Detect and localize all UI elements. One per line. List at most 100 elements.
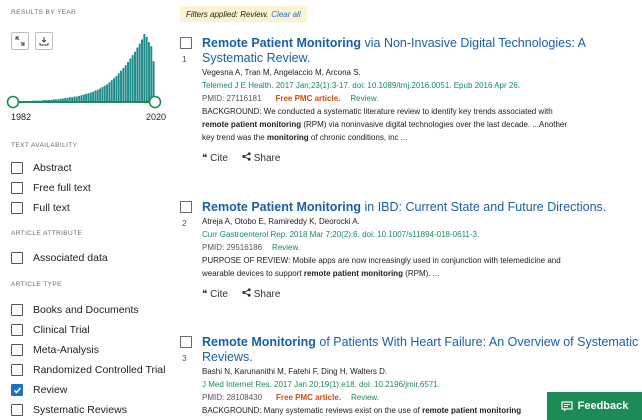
histogram-bar [82,94,85,102]
quote-icon: ❝ [202,152,208,164]
filter-books-and-documents[interactable]: Books and Documents [11,302,139,318]
histogram-bar [120,70,123,102]
checkbox[interactable] [11,182,23,194]
result-number: 2 [182,218,187,228]
banner-text: Filters applied: Review. [186,9,269,19]
histogram-bar [85,93,88,102]
free-pmc-badge: Free PMC article. [275,94,341,103]
publication-type: Review. [350,94,379,103]
share-button[interactable]: Share [242,288,280,300]
cite-button[interactable]: ❝ Cite [202,153,228,164]
checkbox[interactable] [11,202,23,214]
histogram-bar [110,80,113,102]
histogram-bar [117,73,120,102]
feedback-icon [561,400,573,411]
histogram-bar [148,42,150,102]
histogram-bar [101,87,104,102]
share-icon [242,288,251,297]
result-authors: Vegesna A, Tran M, Angelaccio M, Arcona … [202,68,361,77]
histogram-bar [80,95,83,102]
title-highlight: Remote Monitoring [202,335,316,349]
histogram-bar [129,58,132,102]
result-snippet: PURPOSE OF REVIEW: Mobile apps are now i… [202,256,561,278]
clear-all-link[interactable]: Clear all [271,10,300,19]
histogram-bar [150,46,153,102]
free-pmc-badge: Free PMC article. [276,393,341,402]
result-citation: Telemed J E Health. 2017 Jan;23(1):3-17.… [202,81,520,90]
checkbox[interactable] [11,364,23,376]
checkbox[interactable] [11,404,23,416]
result-checkbox[interactable] [180,201,192,213]
pmid: PMID: 27116181 [202,94,262,103]
filter-associated-data[interactable]: Associated data [11,250,108,266]
histogram-bar [134,51,136,102]
filter-free-full-text[interactable]: Free full text [11,180,91,196]
histogram-bar [87,93,90,102]
share-button[interactable]: Share [242,152,280,164]
pmid: PMID: 29516186 [202,243,263,252]
quote-icon: ❝ [202,288,208,300]
checkmark-icon [13,386,21,394]
share-icon [242,152,251,161]
filter-meta-analysis[interactable]: Meta-Analysis [11,342,99,358]
filter-abstract[interactable]: Abstract [11,160,72,176]
filter-systematic-reviews[interactable]: Systematic Reviews [11,402,127,418]
result-checkbox[interactable] [180,37,192,49]
result-title-link[interactable]: Remote Patient Monitoring in IBD: Curren… [202,200,642,215]
histogram-bar [115,76,118,102]
histogram-bar [89,92,92,102]
checkbox[interactable] [11,344,23,356]
result-checkbox[interactable] [180,336,192,348]
filter-randomized-controlled-trial[interactable]: Randomized Controlled Trial [11,362,165,378]
histogram-bar [103,85,106,102]
result-citation: J Med Internet Res. 2017 Jan 20;19(1):e1… [202,380,440,389]
checkbox[interactable] [11,324,23,336]
checkbox-checked[interactable] [11,384,23,396]
result-number: 1 [182,54,187,64]
results-by-year-title: RESULTS BY YEAR [11,9,77,16]
title-highlight: Remote Patient Monitoring [202,200,362,214]
histogram-bar [94,90,97,102]
title-text: in IBD: Current State and Future Directi… [361,200,607,214]
histogram-bar [138,43,141,102]
title-highlight: Remote Patient Monitoring [202,36,362,50]
histogram-bar [124,65,127,102]
result-title-link[interactable]: Remote Patient Monitoring via Non-Invasi… [202,36,642,66]
filter-review[interactable]: Review [11,382,67,398]
histogram-bar [143,34,146,102]
article-type-title: ARTICLE TYPE [11,281,62,288]
result-snippet: BACKGROUND: We conducted a systematic li… [202,107,568,142]
histogram-bar [99,88,102,102]
histogram-bar [96,89,99,102]
result-number: 3 [182,353,187,363]
result-citation: Curr Gastroenterol Rep. 2018 Mar 7;20(2)… [202,230,480,239]
publication-type: Review. [350,393,379,402]
histogram-bar [141,39,143,102]
pmid: PMID: 28108430 [202,393,263,402]
year-start-label: 1982 [11,112,32,122]
filter-full-text[interactable]: Full text [11,200,70,216]
histogram-bar [113,78,116,102]
result-authors: Atreja A, Otobo E, Ramireddy K, Deorocki… [202,217,360,226]
year-end-handle[interactable] [148,95,162,109]
result-authors: Bashi N, Karunanithi M, Fatehi F, Ding H… [202,367,388,376]
filter-clinical-trial[interactable]: Clinical Trial [11,322,90,338]
publication-type: Review. [272,243,301,252]
year-end-label: 2020 [146,112,167,122]
histogram-bar [136,47,139,102]
feedback-button[interactable]: Feedback [547,392,642,420]
checkbox[interactable] [11,304,23,316]
histogram-bar [127,61,129,102]
histogram-bar [131,55,134,102]
histogram-bar [108,82,111,102]
histogram-bar [145,36,148,102]
result-title-link[interactable]: Remote Monitoring of Patients With Heart… [202,335,642,365]
year-histogram [6,34,162,109]
checkbox[interactable] [11,252,23,264]
year-start-handle[interactable] [6,95,20,109]
histogram-bar [122,68,125,102]
text-availability-title: TEXT AVAILABILITY [11,142,78,149]
histogram-bar [106,84,109,102]
checkbox[interactable] [11,162,23,174]
cite-button[interactable]: ❝ Cite [202,289,228,300]
